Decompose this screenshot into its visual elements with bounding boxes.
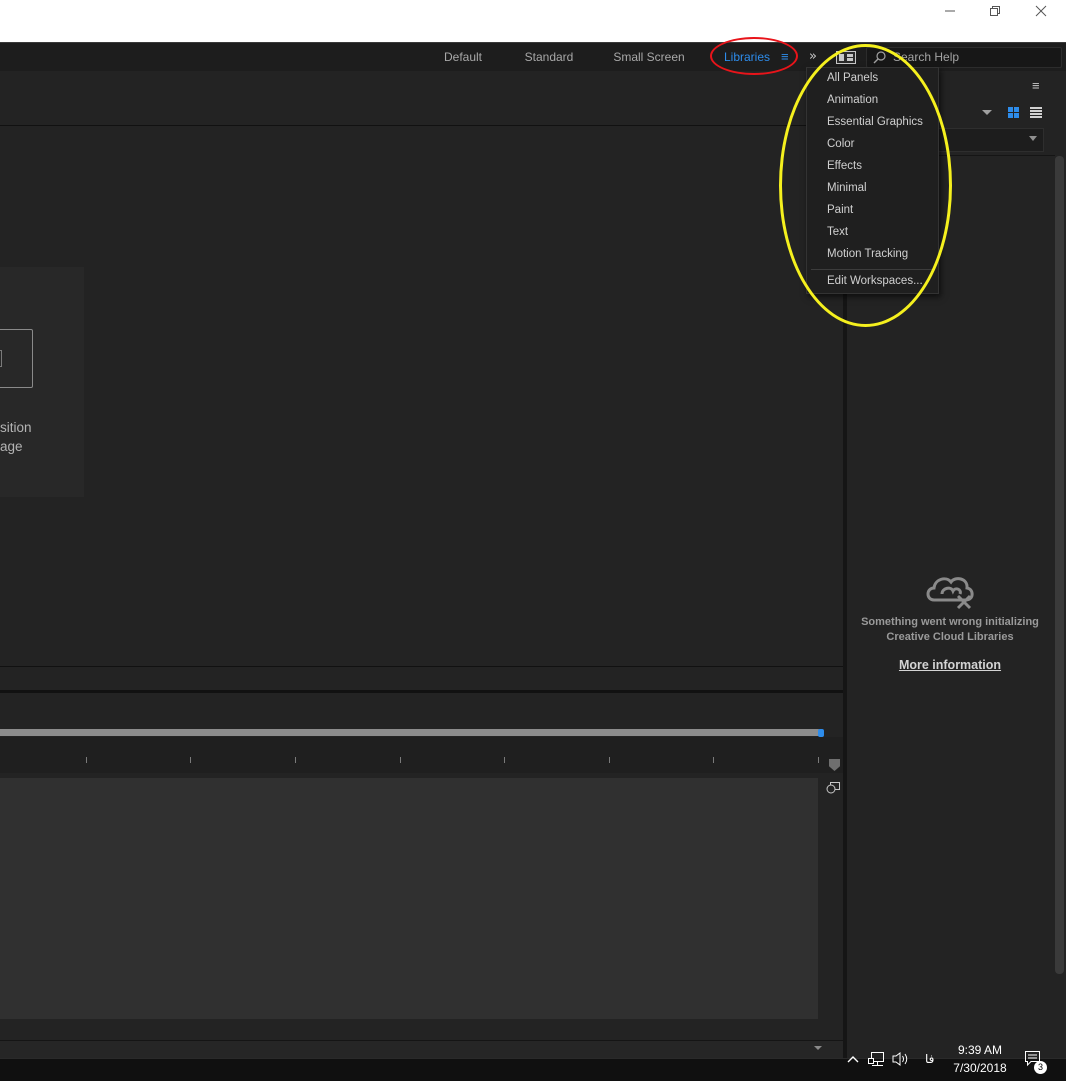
clock-time[interactable]: 9:39 AM: [946, 1043, 1014, 1057]
time-ruler[interactable]: [0, 737, 843, 773]
libraries-error-line2: Creative Cloud Libraries: [886, 631, 1014, 643]
chevron-up-icon[interactable]: [846, 1053, 860, 1065]
library-select-chevron-icon[interactable]: [982, 110, 992, 115]
close-icon: [1035, 5, 1047, 17]
ruler-tick: [86, 757, 87, 763]
timeline-navigator-icon[interactable]: [825, 781, 841, 795]
volume-icon[interactable]: [892, 1051, 910, 1067]
more-information-link[interactable]: More information: [860, 658, 1040, 672]
input-language-indicator[interactable]: فا: [925, 1052, 934, 1066]
clock-date[interactable]: 7/30/2018: [946, 1061, 1014, 1075]
workspace-tab-default[interactable]: Default: [432, 43, 494, 71]
workspace-tab-small-screen[interactable]: Small Screen: [604, 43, 694, 71]
viewer-footer-strip: [0, 668, 843, 690]
grid-view-icon[interactable]: [1008, 107, 1019, 118]
notification-count-badge: 3: [1034, 1061, 1047, 1074]
ruler-tick: [190, 757, 191, 763]
new-composition-text-line1: sition: [0, 420, 32, 435]
new-composition-text-line2: age: [0, 439, 23, 454]
composition-inner-icon: [0, 350, 2, 367]
annotation-red-ellipse: [710, 37, 798, 75]
work-area-bar[interactable]: [0, 729, 820, 736]
composition-header-panel: [0, 72, 843, 126]
ruler-tick: [400, 757, 401, 763]
composition-viewer[interactable]: [0, 126, 843, 666]
list-view-icon[interactable]: [1030, 107, 1042, 118]
ruler-tick: [504, 757, 505, 763]
minimize-button[interactable]: [927, 0, 973, 22]
annotation-yellow-ellipse: [779, 44, 952, 327]
search-filter-chevron-icon[interactable]: [1029, 136, 1037, 141]
libraries-scrollbar[interactable]: [1055, 156, 1064, 974]
ruler-tick: [295, 757, 296, 763]
timeline-right-gutter: [818, 778, 843, 1040]
minimize-icon: [945, 10, 955, 12]
workspace-tab-standard[interactable]: Standard: [514, 43, 584, 71]
network-icon[interactable]: [868, 1050, 886, 1068]
timeline-footer: [0, 1040, 843, 1059]
cloud-error-icon: [926, 577, 974, 610]
composition-frame-icon: [0, 329, 33, 388]
ruler-tick: [609, 757, 610, 763]
timeline-header: [0, 693, 843, 728]
restore-button[interactable]: [972, 0, 1018, 22]
new-composition-text: sition age: [0, 418, 84, 456]
close-button[interactable]: [1018, 0, 1064, 22]
restore-icon: [990, 6, 1000, 16]
chevron-down-icon[interactable]: [814, 1046, 822, 1050]
panel-divider: [0, 666, 843, 667]
libraries-error-line1: Something went wrong initializing: [861, 616, 1039, 628]
timeline-layers-area[interactable]: [0, 778, 818, 1019]
libraries-panel-menu-icon[interactable]: ≡: [1032, 78, 1040, 93]
libraries-error-message: Something went wrong initializing Creati…: [860, 615, 1040, 645]
ruler-tick: [713, 757, 714, 763]
work-area-end-handle[interactable]: [818, 729, 824, 737]
title-bar: [0, 0, 1066, 42]
ruler-tick: [818, 757, 819, 763]
search-help-input[interactable]: [893, 49, 1053, 65]
